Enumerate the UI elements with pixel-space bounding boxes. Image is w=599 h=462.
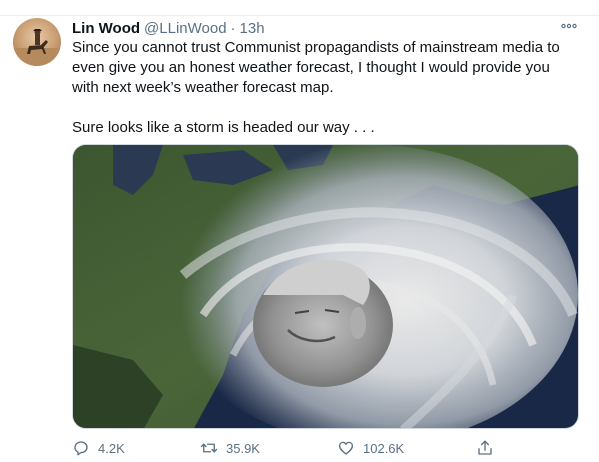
- like-button[interactable]: 102.6K: [337, 437, 404, 459]
- tweet-image[interactable]: [72, 144, 579, 429]
- share-button[interactable]: [476, 437, 494, 459]
- retweet-button[interactable]: 35.9K: [200, 437, 260, 459]
- share-icon: [478, 440, 492, 455]
- divider: [0, 15, 599, 16]
- hurricane-satellite-image: [73, 145, 578, 428]
- timestamp[interactable]: 13h: [240, 20, 265, 37]
- reply-button[interactable]: 4.2K: [72, 437, 125, 459]
- tweet-actions: 4.2K 35.9K 102.6K: [72, 437, 579, 459]
- like-count: 102.6K: [363, 440, 405, 456]
- author-handle[interactable]: @LLinWood: [144, 20, 227, 37]
- author-name[interactable]: Lin Wood: [72, 20, 140, 37]
- separator: ·: [230, 19, 236, 37]
- avatar[interactable]: [13, 18, 61, 66]
- tweet[interactable]: Lin Wood @LLinWood · 13h Since you canno…: [0, 0, 599, 462]
- reply-icon: [74, 441, 88, 456]
- tweet-header: Lin Wood @LLinWood · 13h: [72, 18, 265, 38]
- retweet-icon: [200, 443, 218, 453]
- tweet-text: Since you cannot trust Communist propaga…: [72, 39, 560, 136]
- retweet-count: 35.9K: [226, 440, 260, 456]
- like-icon: [338, 441, 354, 455]
- avatar-image: [13, 29, 61, 66]
- reply-count: 4.2K: [98, 440, 125, 456]
- more-icon[interactable]: [560, 19, 578, 33]
